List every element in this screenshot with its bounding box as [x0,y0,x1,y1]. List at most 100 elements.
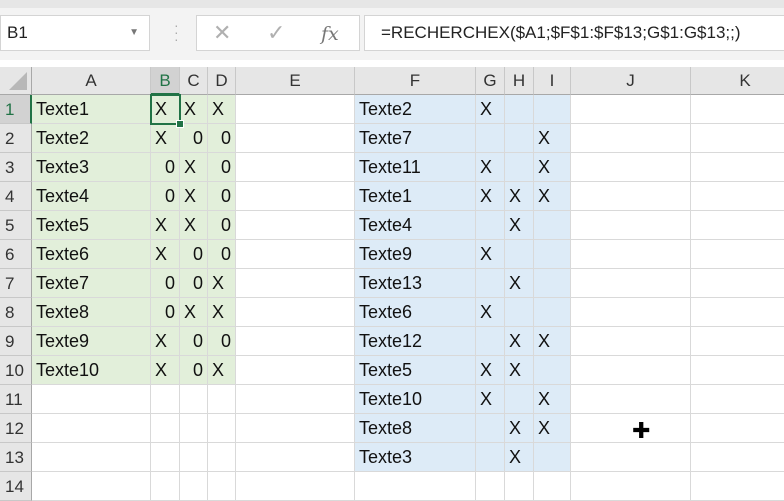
column-header-d[interactable]: D [208,67,236,95]
cell-j11[interactable] [571,385,691,414]
name-box[interactable]: B1 ▼ [0,15,150,51]
cell-j10[interactable] [571,356,691,385]
cell-h7[interactable]: X [505,269,534,298]
cell-g6[interactable]: X [476,240,505,269]
cell-d11[interactable] [208,385,236,414]
row-header-11[interactable]: 11 [0,385,32,414]
cell-g2[interactable] [476,124,505,153]
cell-f12[interactable]: Texte8 [355,414,476,443]
cell-g1[interactable]: X [476,95,505,124]
cell-g3[interactable]: X [476,153,505,182]
cell-b8[interactable]: 0 [151,298,180,327]
cell-c14[interactable] [180,472,208,501]
cell-f1[interactable]: Texte2 [355,95,476,124]
cell-i5[interactable] [534,211,571,240]
cell-k7[interactable] [691,269,784,298]
cell-d9[interactable]: 0 [208,327,236,356]
cell-g7[interactable] [476,269,505,298]
cell-i6[interactable] [534,240,571,269]
cell-i13[interactable] [534,443,571,472]
cell-e7[interactable] [236,269,355,298]
cell-e11[interactable] [236,385,355,414]
row-header-2[interactable]: 2 [0,124,32,153]
cell-j12[interactable] [571,414,691,443]
cell-j13[interactable] [571,443,691,472]
formula-input[interactable]: =RECHERCHEX($A1;$F$1:$F$13;G$1:G$13;;) [364,15,784,51]
cell-i2[interactable]: X [534,124,571,153]
cell-h6[interactable] [505,240,534,269]
cell-g5[interactable] [476,211,505,240]
cell-h3[interactable] [505,153,534,182]
cell-j7[interactable] [571,269,691,298]
cell-b7[interactable]: 0 [151,269,180,298]
cell-g13[interactable] [476,443,505,472]
cell-d5[interactable]: 0 [208,211,236,240]
cell-d2[interactable]: 0 [208,124,236,153]
row-header-8[interactable]: 8 [0,298,32,327]
cell-i7[interactable] [534,269,571,298]
cell-a11[interactable] [32,385,151,414]
cell-a8[interactable]: Texte8 [32,298,151,327]
cell-e8[interactable] [236,298,355,327]
cell-k4[interactable] [691,182,784,211]
cell-h9[interactable]: X [505,327,534,356]
cell-j2[interactable] [571,124,691,153]
cell-k5[interactable] [691,211,784,240]
cell-c2[interactable]: 0 [180,124,208,153]
cell-k8[interactable] [691,298,784,327]
column-header-i[interactable]: I [534,67,571,95]
cell-i12[interactable]: X [534,414,571,443]
cell-i8[interactable] [534,298,571,327]
cell-e5[interactable] [236,211,355,240]
cell-f4[interactable]: Texte1 [355,182,476,211]
cell-g9[interactable] [476,327,505,356]
cell-h2[interactable] [505,124,534,153]
cell-h8[interactable] [505,298,534,327]
cell-a1[interactable]: Texte1 [32,95,151,124]
cell-e6[interactable] [236,240,355,269]
row-header-5[interactable]: 5 [0,211,32,240]
cancel-icon[interactable]: ✕ [213,20,231,46]
cell-a12[interactable] [32,414,151,443]
cell-a6[interactable]: Texte6 [32,240,151,269]
column-header-f[interactable]: F [355,67,476,95]
cell-k12[interactable] [691,414,784,443]
cell-k2[interactable] [691,124,784,153]
cell-j14[interactable] [571,472,691,501]
cell-a7[interactable]: Texte7 [32,269,151,298]
column-header-c[interactable]: C [180,67,208,95]
cell-b3[interactable]: 0 [151,153,180,182]
cell-b9[interactable]: X [151,327,180,356]
cell-i1[interactable] [534,95,571,124]
column-header-h[interactable]: H [505,67,534,95]
cell-d4[interactable]: 0 [208,182,236,211]
cell-j5[interactable] [571,211,691,240]
column-header-k[interactable]: K [691,67,784,95]
cell-i11[interactable]: X [534,385,571,414]
cell-c8[interactable]: X [180,298,208,327]
cell-f7[interactable]: Texte13 [355,269,476,298]
cell-b11[interactable] [151,385,180,414]
cell-i9[interactable]: X [534,327,571,356]
cell-f6[interactable]: Texte9 [355,240,476,269]
cell-b6[interactable]: X [151,240,180,269]
cell-k9[interactable] [691,327,784,356]
cell-d8[interactable]: X [208,298,236,327]
cell-k11[interactable] [691,385,784,414]
cell-d14[interactable] [208,472,236,501]
row-header-7[interactable]: 7 [0,269,32,298]
cell-c6[interactable]: 0 [180,240,208,269]
cell-k1[interactable] [691,95,784,124]
cell-k10[interactable] [691,356,784,385]
cell-e9[interactable] [236,327,355,356]
cell-g8[interactable]: X [476,298,505,327]
cell-h13[interactable]: X [505,443,534,472]
column-header-g[interactable]: G [476,67,505,95]
cell-f5[interactable]: Texte4 [355,211,476,240]
row-header-14[interactable]: 14 [0,472,32,501]
cell-c3[interactable]: X [180,153,208,182]
cell-b12[interactable] [151,414,180,443]
cell-g11[interactable]: X [476,385,505,414]
row-header-10[interactable]: 10 [0,356,32,385]
cell-j8[interactable] [571,298,691,327]
